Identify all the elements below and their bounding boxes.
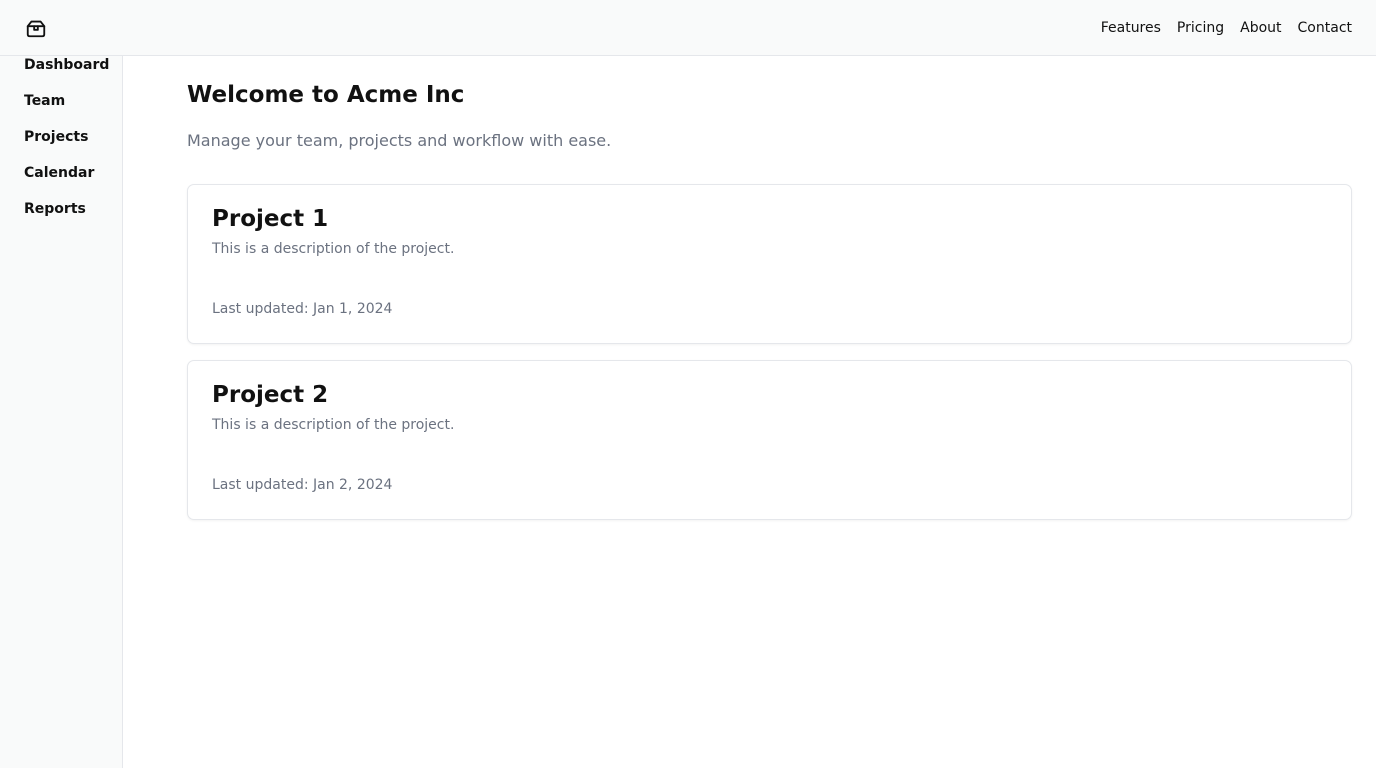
project-description: This is a description of the project.	[212, 417, 455, 433]
nav-link-pricing[interactable]: Pricing	[1177, 20, 1224, 36]
sidebar-item-projects[interactable]: Projects	[24, 129, 88, 145]
project-description: This is a description of the project.	[212, 241, 455, 257]
project-last-updated: Last updated: Jan 2, 2024	[212, 477, 393, 493]
project-card-2[interactable]: Project 2 This is a description of the p…	[187, 360, 1352, 520]
nav-link-about[interactable]: About	[1240, 20, 1281, 36]
top-navigation-bar: Features Pricing About Contact	[0, 0, 1376, 56]
project-card-1[interactable]: Project 1 This is a description of the p…	[187, 184, 1352, 344]
sidebar-item-team[interactable]: Team	[24, 93, 65, 109]
sidebar-item-reports[interactable]: Reports	[24, 201, 86, 217]
project-title: Project 1	[212, 206, 329, 232]
page-title: Welcome to Acme Inc	[187, 82, 465, 108]
sidebar-item-dashboard[interactable]: Dashboard	[24, 57, 109, 73]
sidebar-item-calendar[interactable]: Calendar	[24, 165, 94, 181]
package-icon[interactable]	[25, 17, 47, 39]
nav-link-contact[interactable]: Contact	[1298, 20, 1352, 36]
project-title: Project 2	[212, 382, 329, 408]
page-subtitle: Manage your team, projects and workflow …	[187, 131, 612, 150]
sidebar: Dashboard Team Projects Calendar Reports	[0, 56, 123, 768]
top-nav-links: Features Pricing About Contact	[1101, 0, 1352, 56]
nav-link-features[interactable]: Features	[1101, 20, 1161, 36]
project-last-updated: Last updated: Jan 1, 2024	[212, 301, 393, 317]
